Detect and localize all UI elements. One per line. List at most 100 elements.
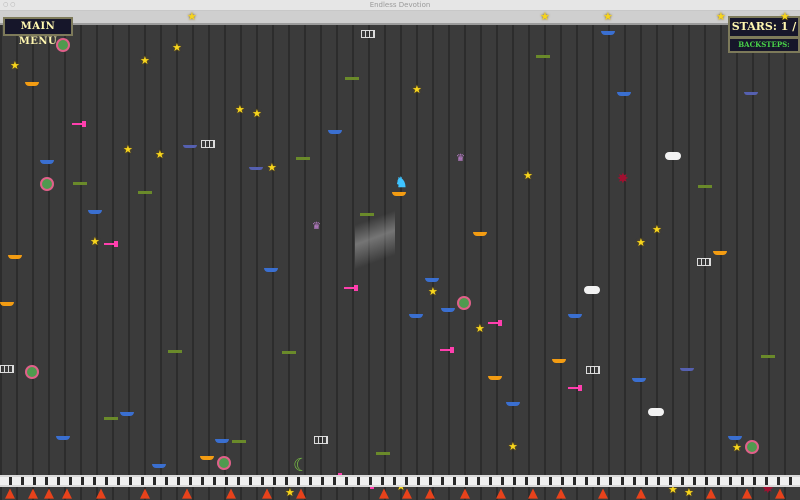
star-icon: ★: [780, 10, 790, 23]
purple-platform: [744, 92, 758, 95]
green-platform: [761, 355, 775, 358]
orange-platform: [8, 255, 22, 259]
star-icon: ★: [172, 41, 182, 54]
fire-icon: ▲: [775, 486, 785, 500]
ladder-icon: [201, 140, 215, 148]
ladder-icon: [586, 366, 600, 374]
flower-icon: [745, 440, 759, 454]
blue-platform: [409, 314, 423, 318]
star-icon: ★: [235, 103, 245, 116]
green-platform: [282, 351, 296, 354]
star-icon: ★: [523, 169, 533, 182]
fire-icon: ▲: [5, 486, 15, 500]
fire-icon: ▲: [636, 486, 646, 500]
star-icon: ★: [285, 486, 295, 499]
fire-icon: ▲: [496, 486, 506, 500]
fire-icon: ▲: [296, 486, 306, 500]
ladder-icon: [361, 30, 375, 38]
fire-icon: ▲: [556, 486, 566, 500]
star-icon: ★: [252, 107, 262, 120]
star-icon: ★: [123, 143, 133, 156]
green-platform: [376, 452, 390, 455]
star-icon: ★: [187, 10, 197, 23]
star-icon: ★: [636, 236, 646, 249]
flower-icon: [457, 296, 471, 310]
star-icon: ★: [716, 10, 726, 23]
blue-platform: [56, 436, 70, 440]
game-stage: ○ ○ Endless Devotion MAIN MENU STARS: 1 …: [0, 0, 800, 500]
green-platform: [360, 213, 374, 216]
blue-platform: [425, 278, 439, 282]
fire-icon: ▲: [140, 486, 150, 500]
star-icon: ★: [10, 59, 20, 72]
star-icon: ★: [684, 486, 694, 499]
key-icon: [488, 311, 502, 326]
smoke-trail: [355, 195, 395, 280]
blue-platform: [601, 31, 615, 35]
star-icon: ★: [140, 54, 150, 67]
blue-platform: [328, 130, 342, 134]
orange-platform: [552, 359, 566, 363]
ladder-icon: [697, 258, 711, 266]
key-icon: [328, 464, 342, 479]
fire-icon: ▲: [598, 486, 608, 500]
window-title: Endless Devotion: [369, 1, 431, 9]
fire-icon: ▲: [706, 486, 716, 500]
key-icon: [72, 112, 86, 127]
blue-platform: [120, 412, 134, 416]
green-platform: [296, 157, 310, 160]
blue-platform: [152, 464, 166, 468]
ladder-icon: [314, 436, 328, 444]
fire-icon: ▲: [262, 486, 272, 500]
player-character: ♞: [395, 175, 408, 191]
fire-icon: ▲: [425, 486, 435, 500]
star-icon: ★: [90, 235, 100, 248]
orange-platform: [200, 456, 214, 460]
star-icon: ★: [732, 441, 742, 454]
star-icon: ★: [428, 285, 438, 298]
key-icon: [344, 276, 358, 291]
blue-platform: [617, 92, 631, 96]
top-rail: [0, 11, 800, 25]
green-platform: [138, 191, 152, 194]
blue-platform: [40, 160, 54, 164]
window-titlebar: ○ ○ Endless Devotion: [0, 0, 800, 11]
orange-platform: [488, 376, 502, 380]
green-platform: [698, 185, 712, 188]
orange-platform: [713, 251, 727, 255]
green-platform: [345, 77, 359, 80]
star-icon: ★: [540, 10, 550, 23]
blue-platform: [506, 402, 520, 406]
spike-icon: ✸: [617, 171, 629, 187]
fire-icon: ▲: [226, 486, 236, 500]
fire-icon: ▲: [28, 486, 38, 500]
fire-icon: ▲: [402, 486, 412, 500]
crown-icon: ♛: [312, 221, 321, 232]
purple-platform: [183, 145, 197, 148]
fire-icon: ▲: [62, 486, 72, 500]
star-icon: ★: [412, 83, 422, 96]
blue-platform: [88, 210, 102, 214]
cloud-icon: [665, 152, 681, 160]
green-platform: [73, 182, 87, 185]
flower-icon: [56, 38, 70, 52]
star-icon: ★: [603, 10, 613, 23]
star-icon: ★: [652, 223, 662, 236]
purple-platform: [249, 167, 263, 170]
orange-platform: [392, 192, 406, 196]
ladder-icon: [0, 365, 14, 373]
backsteps-counter: BACKSTEPS:: [728, 37, 800, 53]
flower-icon: [217, 456, 231, 470]
fire-icon: ▲: [182, 486, 192, 500]
blue-platform: [215, 439, 229, 443]
key-icon: [104, 232, 118, 247]
green-platform: [232, 440, 246, 443]
star-icon: ★: [155, 148, 165, 161]
orange-platform: [473, 232, 487, 236]
main-menu-button[interactable]: MAIN MENU: [3, 17, 73, 47]
orange-platform: [0, 302, 14, 306]
star-icon: ★: [475, 322, 485, 335]
flower-icon: [40, 177, 54, 191]
blue-platform: [568, 314, 582, 318]
fire-icon: ▲: [528, 486, 538, 500]
